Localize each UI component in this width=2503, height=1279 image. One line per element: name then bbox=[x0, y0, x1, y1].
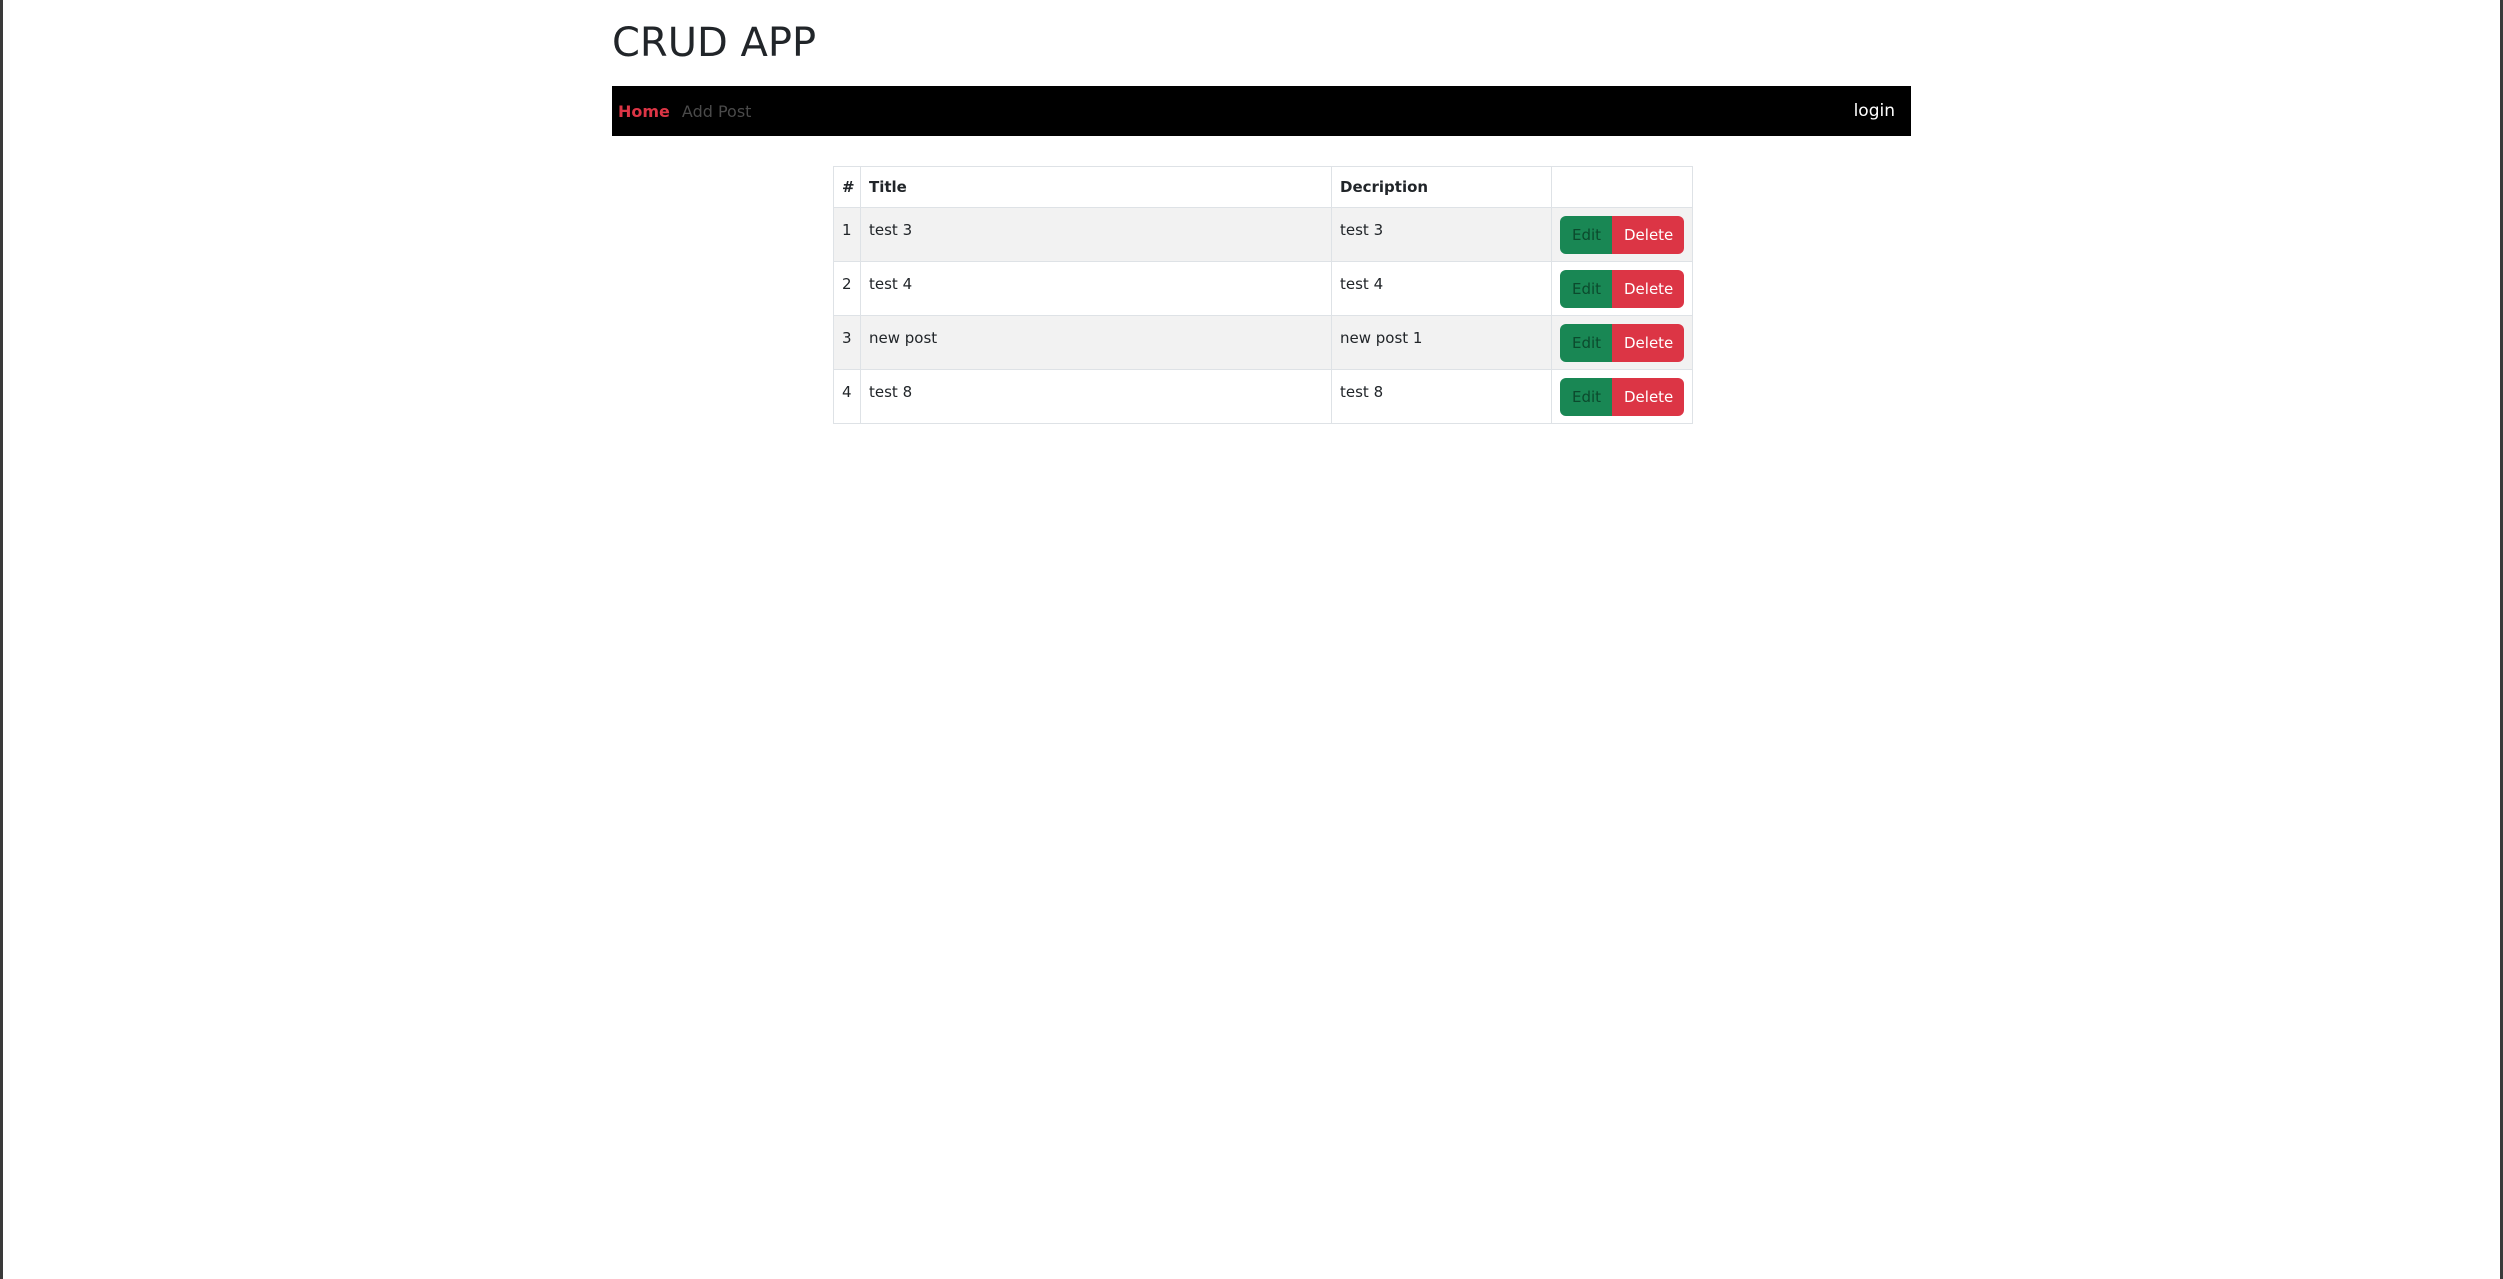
row-actions: Edit Delete bbox=[1560, 270, 1684, 308]
table-row: 1 test 3 test 3 Edit Delete bbox=[833, 207, 1693, 262]
row-actions: Edit Delete bbox=[1560, 378, 1684, 416]
header-title: Title bbox=[860, 166, 1332, 208]
cell-num: 3 bbox=[833, 315, 861, 370]
cell-description: test 8 bbox=[1331, 369, 1552, 424]
table-row: 3 new post new post 1 Edit Delete bbox=[833, 315, 1693, 370]
delete-button[interactable]: Delete bbox=[1612, 270, 1684, 308]
cell-num: 2 bbox=[833, 261, 861, 316]
table-row: 4 test 8 test 8 Edit Delete bbox=[833, 369, 1693, 424]
delete-button[interactable]: Delete bbox=[1612, 324, 1684, 362]
header-num: # bbox=[833, 166, 861, 208]
cell-actions: Edit Delete bbox=[1551, 369, 1693, 424]
cell-description: test 3 bbox=[1331, 207, 1552, 262]
cell-title: test 4 bbox=[860, 261, 1332, 316]
cell-actions: Edit Delete bbox=[1551, 315, 1693, 370]
cell-title: test 3 bbox=[860, 207, 1332, 262]
row-actions: Edit Delete bbox=[1560, 216, 1684, 254]
app-title: CRUD APP bbox=[612, 20, 817, 66]
table-header-row: # Title Decription bbox=[833, 166, 1693, 208]
cell-title: new post bbox=[860, 315, 1332, 370]
cell-num: 1 bbox=[833, 207, 861, 262]
page-container: CRUD APP Home Add Post login bbox=[612, 0, 1911, 136]
header-description: Decription bbox=[1331, 166, 1552, 208]
cell-num: 4 bbox=[833, 369, 861, 424]
delete-button[interactable]: Delete bbox=[1612, 378, 1684, 416]
navbar: Home Add Post login bbox=[612, 86, 1911, 136]
cell-title: test 8 bbox=[860, 369, 1332, 424]
posts-table-wrap: # Title Decription 1 test 3 test 3 Edit … bbox=[833, 166, 1693, 424]
nav-login-link[interactable]: login bbox=[1854, 101, 1895, 121]
table-row: 2 test 4 test 4 Edit Delete bbox=[833, 261, 1693, 316]
cell-description: test 4 bbox=[1331, 261, 1552, 316]
row-actions: Edit Delete bbox=[1560, 324, 1684, 362]
cell-actions: Edit Delete bbox=[1551, 207, 1693, 262]
edit-button[interactable]: Edit bbox=[1560, 324, 1612, 362]
cell-description: new post 1 bbox=[1331, 315, 1552, 370]
edit-button[interactable]: Edit bbox=[1560, 216, 1612, 254]
posts-table: # Title Decription 1 test 3 test 3 Edit … bbox=[833, 166, 1693, 424]
nav-home-link[interactable]: Home bbox=[618, 102, 670, 121]
cell-actions: Edit Delete bbox=[1551, 261, 1693, 316]
delete-button[interactable]: Delete bbox=[1612, 216, 1684, 254]
edit-button[interactable]: Edit bbox=[1560, 378, 1612, 416]
header-actions bbox=[1551, 166, 1693, 208]
edit-button[interactable]: Edit bbox=[1560, 270, 1612, 308]
nav-add-post-link[interactable]: Add Post bbox=[682, 102, 752, 121]
nav-links: Home Add Post bbox=[618, 102, 751, 121]
